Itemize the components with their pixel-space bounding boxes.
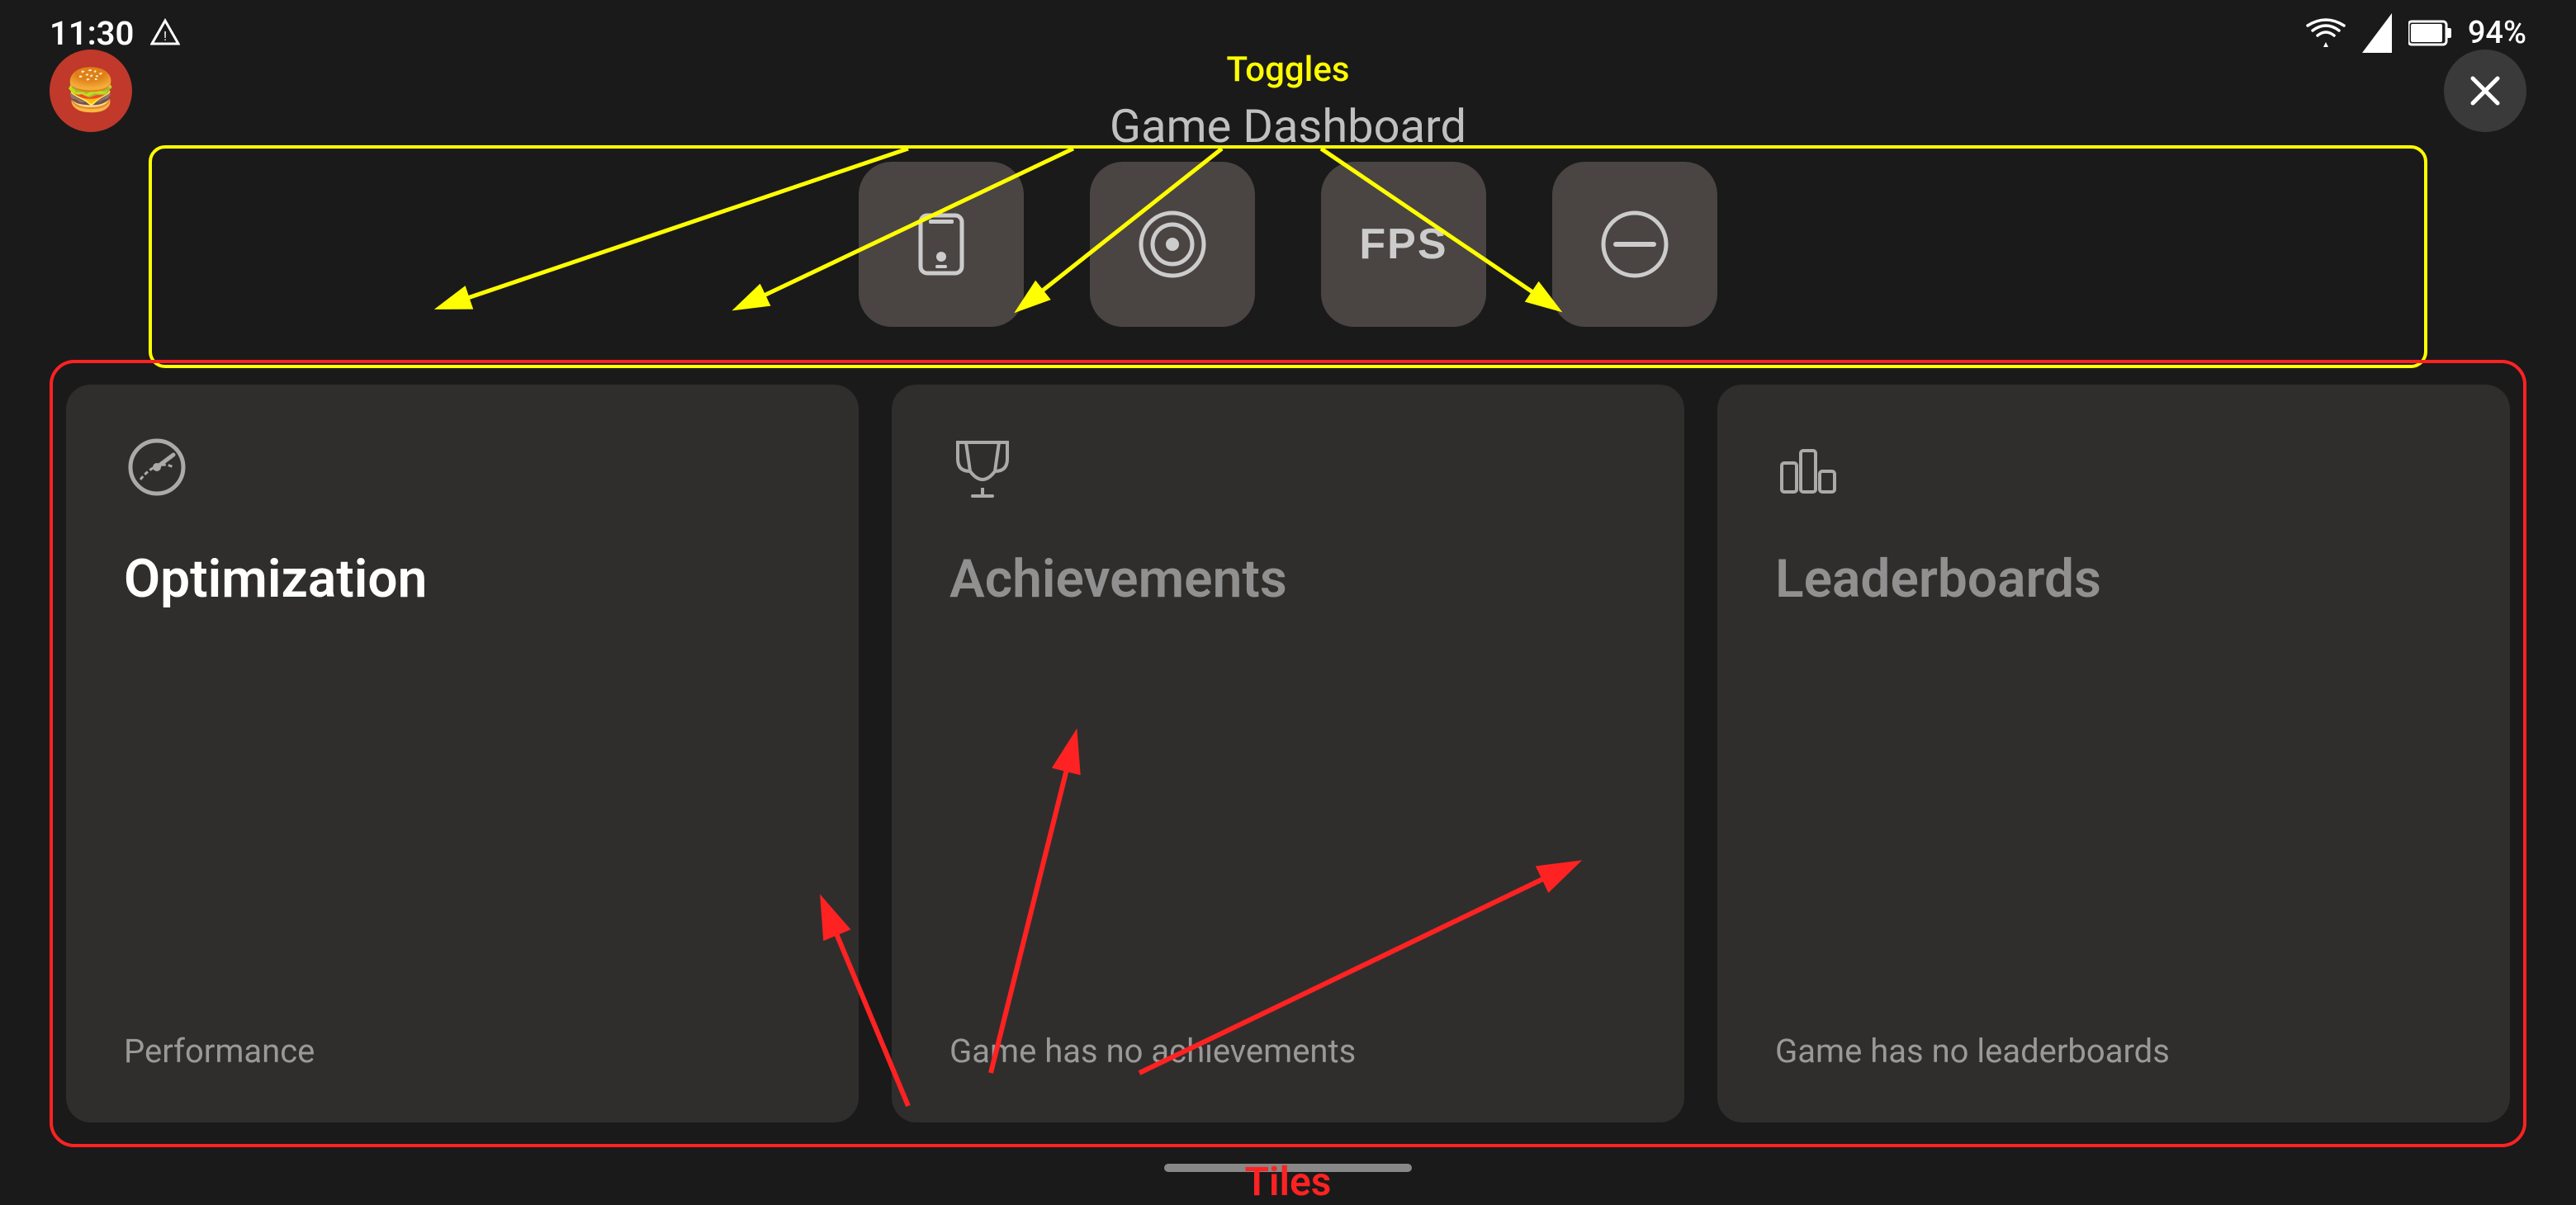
leaderboards-icon (1775, 434, 2452, 515)
optimization-tile[interactable]: Optimization Performance (66, 385, 859, 1122)
status-time: 11:30 (50, 14, 134, 53)
warning-icon: ! (150, 18, 180, 48)
optimization-title: Optimization (124, 548, 801, 610)
achievements-icon (949, 434, 1627, 515)
battery-percent: 94% (2468, 15, 2526, 51)
toggles-container: FPS (66, 162, 2510, 352)
title-area: Toggles Game Dashboard (66, 99, 2510, 154)
tiles-row: Optimization Performance Achievements Ga… (66, 385, 2510, 1122)
wifi-icon (2306, 17, 2346, 49)
dashboard-title: Game Dashboard (1110, 99, 1466, 154)
leaderboards-tile[interactable]: Leaderboards Game has no leaderboards (1717, 385, 2510, 1122)
optimization-icon (124, 434, 801, 515)
fps-toggle[interactable]: FPS (1321, 162, 1486, 327)
record-icon (1135, 207, 1210, 281)
minus-circle-icon (1598, 207, 1672, 281)
achievements-tile[interactable]: Achievements Game has no achievements (892, 385, 1684, 1122)
main-content: Toggles Game Dashboard (0, 66, 2576, 1139)
leaderboards-subtitle: Game has no leaderboards (1775, 1030, 2452, 1073)
battery-icon (2408, 18, 2451, 48)
achievements-title: Achievements (949, 548, 1627, 610)
svg-text:!: ! (163, 28, 167, 44)
fps-label: FPS (1359, 220, 1447, 269)
screenshot-icon (904, 207, 978, 281)
screenshot-toggle[interactable] (859, 162, 1024, 327)
minus-toggle[interactable] (1552, 162, 1717, 327)
achievements-subtitle: Game has no achievements (949, 1030, 1627, 1073)
signal-icon (2362, 13, 2392, 53)
status-bar: 11:30 ! 94% (0, 0, 2576, 66)
tiles-label: Tiles (1245, 1158, 1332, 1205)
leaderboards-title: Leaderboards (1775, 548, 2452, 610)
record-toggle[interactable] (1090, 162, 1255, 327)
status-bar-right: 94% (2306, 13, 2526, 53)
optimization-subtitle: Performance (124, 1030, 801, 1073)
status-bar-left: 11:30 ! (50, 14, 180, 53)
tiles-section: Tiles Optimization Performance (66, 376, 2510, 1122)
